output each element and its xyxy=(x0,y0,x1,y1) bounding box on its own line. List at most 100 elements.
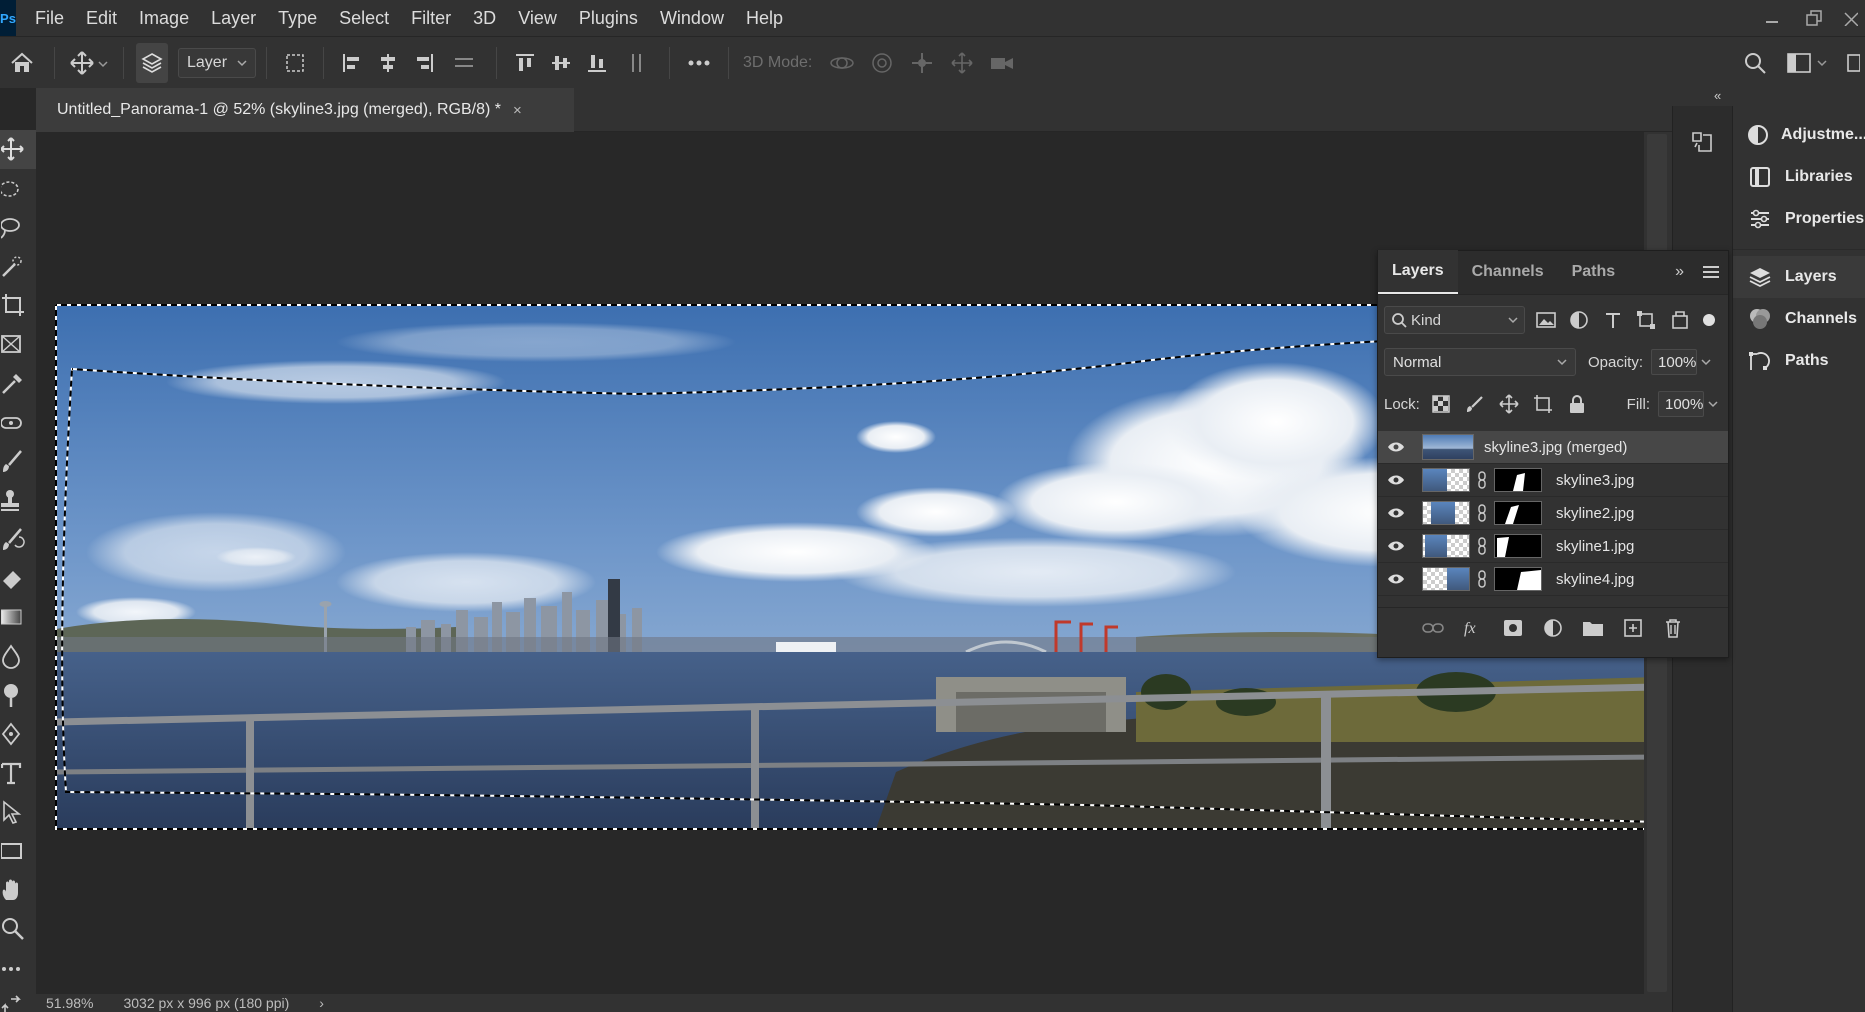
distribute-horizontal-button[interactable] xyxy=(444,43,484,83)
dock-properties[interactable]: Properties xyxy=(1733,198,1865,240)
edit-toolbar-button[interactable] xyxy=(0,949,36,988)
menu-layer[interactable]: Layer xyxy=(200,0,267,36)
filter-type-button[interactable] xyxy=(1600,307,1625,333)
layer-name[interactable]: skyline2.jpg xyxy=(1556,505,1634,522)
layer-mask-thumbnail[interactable] xyxy=(1494,468,1542,492)
gradient-tool[interactable] xyxy=(0,598,36,637)
menu-plugins[interactable]: Plugins xyxy=(568,0,649,36)
layer-row[interactable]: skyline3.jpg xyxy=(1378,464,1728,497)
blend-mode-dropdown[interactable]: Normal xyxy=(1384,348,1576,376)
filter-adjustment-button[interactable] xyxy=(1567,307,1592,333)
3d-orbit-button[interactable] xyxy=(824,43,860,83)
filter-kind-dropdown[interactable]: Kind xyxy=(1384,306,1526,334)
align-top-button[interactable] xyxy=(509,43,541,83)
history-panel-button[interactable] xyxy=(1683,122,1721,162)
visibility-toggle[interactable] xyxy=(1378,441,1414,453)
layer-mask-thumbnail[interactable] xyxy=(1494,534,1542,558)
filter-shape-button[interactable] xyxy=(1634,307,1659,333)
align-center-h-button[interactable] xyxy=(372,43,404,83)
visibility-toggle[interactable] xyxy=(1378,507,1414,519)
spot-healing-tool[interactable] xyxy=(0,403,36,442)
lock-image-pixels-button[interactable] xyxy=(1462,391,1488,417)
align-left-button[interactable] xyxy=(336,43,368,83)
mask-link-toggle[interactable] xyxy=(1474,537,1490,555)
mask-link-toggle[interactable] xyxy=(1474,570,1490,588)
tab-channels[interactable]: Channels xyxy=(1458,250,1558,294)
workspace-button[interactable] xyxy=(1779,43,1839,83)
share-button[interactable] xyxy=(1843,43,1863,83)
quick-selection-tool[interactable] xyxy=(0,247,36,286)
dock-paths[interactable]: Paths xyxy=(1733,340,1865,382)
menu-window[interactable]: Window xyxy=(649,0,735,36)
lock-position-button[interactable] xyxy=(1496,391,1522,417)
visibility-toggle[interactable] xyxy=(1378,540,1414,552)
filter-smart-object-button[interactable] xyxy=(1667,307,1692,333)
crop-tool[interactable] xyxy=(0,286,36,325)
history-brush-tool[interactable] xyxy=(0,520,36,559)
lock-transparent-button[interactable] xyxy=(1428,391,1454,417)
move-tool[interactable] xyxy=(0,130,36,169)
clone-stamp-tool[interactable] xyxy=(0,481,36,520)
menu-view[interactable]: View xyxy=(507,0,568,36)
layer-name[interactable]: skyline3.jpg (merged) xyxy=(1484,439,1627,456)
dodge-tool[interactable] xyxy=(0,676,36,715)
layer-name[interactable]: skyline4.jpg xyxy=(1556,571,1634,588)
status-menu-arrow[interactable]: › xyxy=(319,995,324,1011)
mask-link-toggle[interactable] xyxy=(1474,471,1490,489)
menu-help[interactable]: Help xyxy=(735,0,794,36)
menu-filter[interactable]: Filter xyxy=(400,0,462,36)
auto-select-target-dropdown[interactable]: Layer xyxy=(178,47,256,78)
panel-menu-icon[interactable] xyxy=(1702,263,1720,281)
3d-scale-button[interactable] xyxy=(984,43,1020,83)
restore-button[interactable] xyxy=(1793,3,1835,33)
new-adjustment-layer-button[interactable] xyxy=(1539,614,1567,642)
3d-slide-button[interactable] xyxy=(944,43,980,83)
more-options-button[interactable] xyxy=(682,43,716,83)
menu-select[interactable]: Select xyxy=(328,0,400,36)
3d-roll-button[interactable] xyxy=(864,43,900,83)
menu-type[interactable]: Type xyxy=(267,0,328,36)
align-right-button[interactable] xyxy=(408,43,440,83)
menu-image[interactable]: Image xyxy=(128,0,200,36)
layer-mask-thumbnail[interactable] xyxy=(1494,501,1542,525)
lock-all-button[interactable] xyxy=(1564,391,1590,417)
brush-tool[interactable] xyxy=(0,442,36,481)
tab-layers[interactable]: Layers xyxy=(1378,250,1458,294)
lock-artboard-button[interactable] xyxy=(1530,391,1556,417)
add-mask-button[interactable] xyxy=(1499,614,1527,642)
link-layers-button[interactable] xyxy=(1419,614,1447,642)
fill-dropdown[interactable] xyxy=(1704,391,1722,417)
minimize-button[interactable] xyxy=(1751,3,1793,33)
type-tool[interactable] xyxy=(0,754,36,793)
zoom-tool[interactable] xyxy=(0,910,36,949)
path-selection-tool[interactable] xyxy=(0,793,36,832)
delete-layer-button[interactable] xyxy=(1659,614,1687,642)
layer-name[interactable]: skyline3.jpg xyxy=(1556,472,1634,489)
eraser-tool[interactable] xyxy=(0,559,36,598)
layer-row[interactable]: skyline4.jpg xyxy=(1378,563,1728,596)
layer-mask-thumbnail[interactable] xyxy=(1494,567,1542,591)
dock-adjustments[interactable]: Adjustme... xyxy=(1733,114,1865,156)
panel-collapse-strip[interactable]: « xyxy=(1672,88,1865,106)
swap-colors-button[interactable] xyxy=(0,988,36,1012)
opacity-dropdown[interactable] xyxy=(1697,349,1715,375)
visibility-toggle[interactable] xyxy=(1378,474,1414,486)
move-tool-preset[interactable] xyxy=(67,43,111,83)
fill-input[interactable]: 100% xyxy=(1658,391,1704,417)
menu-file[interactable]: File xyxy=(24,0,75,36)
align-middle-v-button[interactable] xyxy=(545,43,577,83)
dock-channels[interactable]: Channels xyxy=(1733,298,1865,340)
new-layer-button[interactable] xyxy=(1619,614,1647,642)
auto-select-toggle[interactable] xyxy=(136,42,168,83)
menu-edit[interactable]: Edit xyxy=(75,0,128,36)
layer-row[interactable]: skyline3.jpg (merged) xyxy=(1378,431,1728,464)
rectangle-tool[interactable] xyxy=(0,832,36,871)
zoom-level[interactable]: 51.98% xyxy=(46,995,93,1011)
eyedropper-tool[interactable] xyxy=(0,364,36,403)
close-tab-button[interactable]: × xyxy=(513,102,522,119)
new-group-button[interactable] xyxy=(1579,614,1607,642)
menu-3d[interactable]: 3D xyxy=(462,0,507,36)
dock-libraries[interactable]: Libraries xyxy=(1733,156,1865,198)
blur-tool[interactable] xyxy=(0,637,36,676)
dock-layers[interactable]: Layers xyxy=(1733,256,1865,298)
